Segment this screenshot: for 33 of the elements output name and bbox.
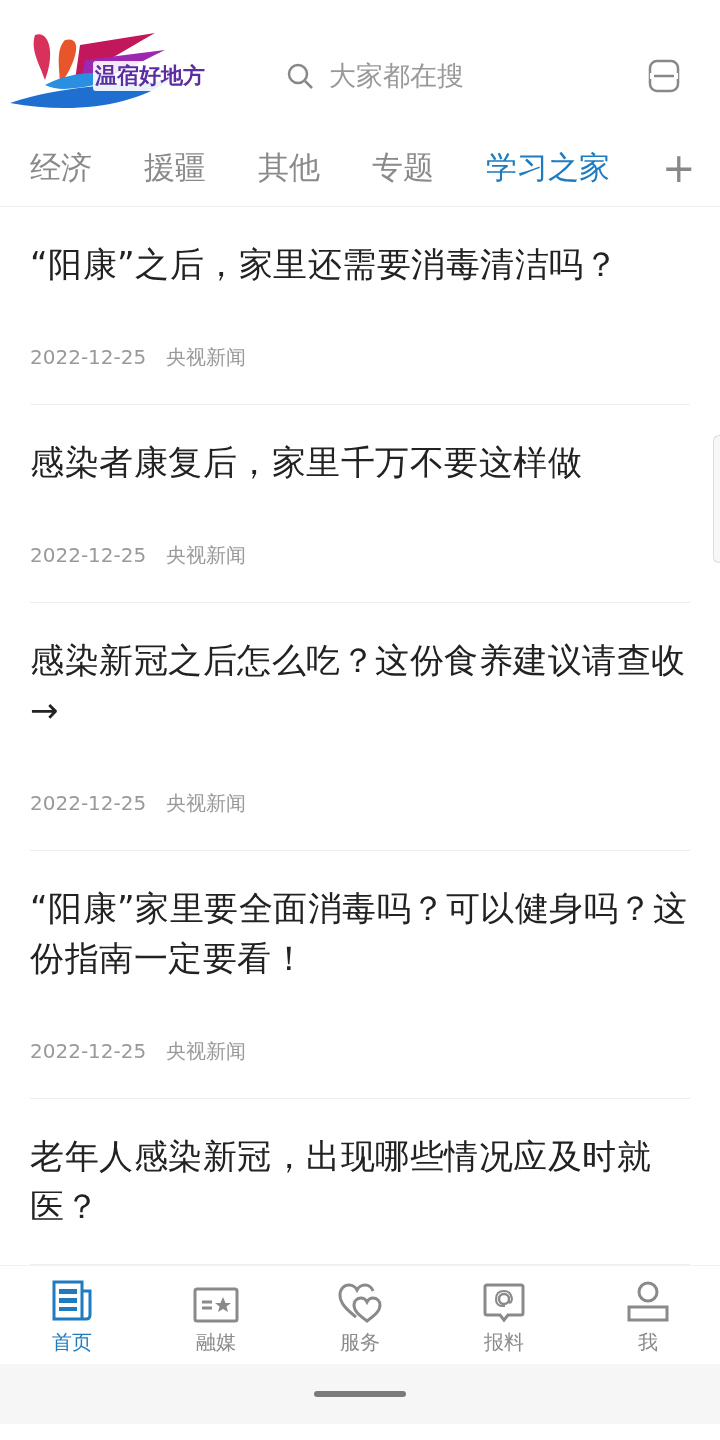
category-tab[interactable]: 其他	[258, 147, 320, 189]
article-title[interactable]: 老年人感染新冠，出现哪些情况应及时就医？	[30, 1131, 690, 1231]
article-source: 央视新闻	[166, 344, 247, 371]
category-tab[interactable]: 学习之家	[486, 147, 610, 189]
user-icon	[627, 1281, 669, 1323]
edge-handle[interactable]	[713, 435, 720, 563]
article-date: 2022-12-25	[30, 1038, 147, 1065]
article-date: 2022-12-25	[30, 344, 147, 371]
article-date: 2022-12-25	[30, 790, 147, 817]
nav-tab[interactable]: 服务	[288, 1266, 432, 1364]
speech-bubble-icon	[483, 1283, 525, 1323]
category-tab[interactable]: 经济	[30, 147, 92, 189]
article-source: 央视新闻	[166, 790, 247, 817]
add-tab-button[interactable]: +	[662, 148, 696, 188]
home-indicator[interactable]	[314, 1391, 406, 1397]
article-title[interactable]: “阳康”之后，家里还需要消毒清洁吗？	[30, 239, 690, 289]
category-tab[interactable]: 援疆	[144, 147, 206, 189]
nav-tab[interactable]: 首页	[0, 1266, 144, 1364]
search-icon	[285, 61, 315, 91]
category-tab[interactable]: 专题	[372, 147, 434, 189]
article-title[interactable]: 感染新冠之后怎么吃？这份食养建议请查收→	[30, 635, 690, 735]
article-date: 2022-12-25	[30, 542, 147, 569]
scan-icon[interactable]	[648, 59, 680, 93]
logo-text: 温宿好地方	[93, 61, 207, 91]
article-title[interactable]: “阳康”家里要全面消毒吗？可以健身吗？这份指南一定要看！	[30, 883, 690, 983]
nav-tab[interactable]: 报料	[432, 1266, 576, 1364]
hearts-icon	[338, 1283, 382, 1323]
newspaper-icon	[50, 1279, 94, 1323]
article-source: 央视新闻	[166, 1038, 247, 1065]
article-title[interactable]: 感染者康复后，家里千万不要这样做	[30, 437, 690, 487]
nav-tab[interactable]: 我	[576, 1266, 720, 1364]
nav-tab[interactable]: 融媒	[144, 1266, 288, 1364]
article-source: 央视新闻	[166, 542, 247, 569]
